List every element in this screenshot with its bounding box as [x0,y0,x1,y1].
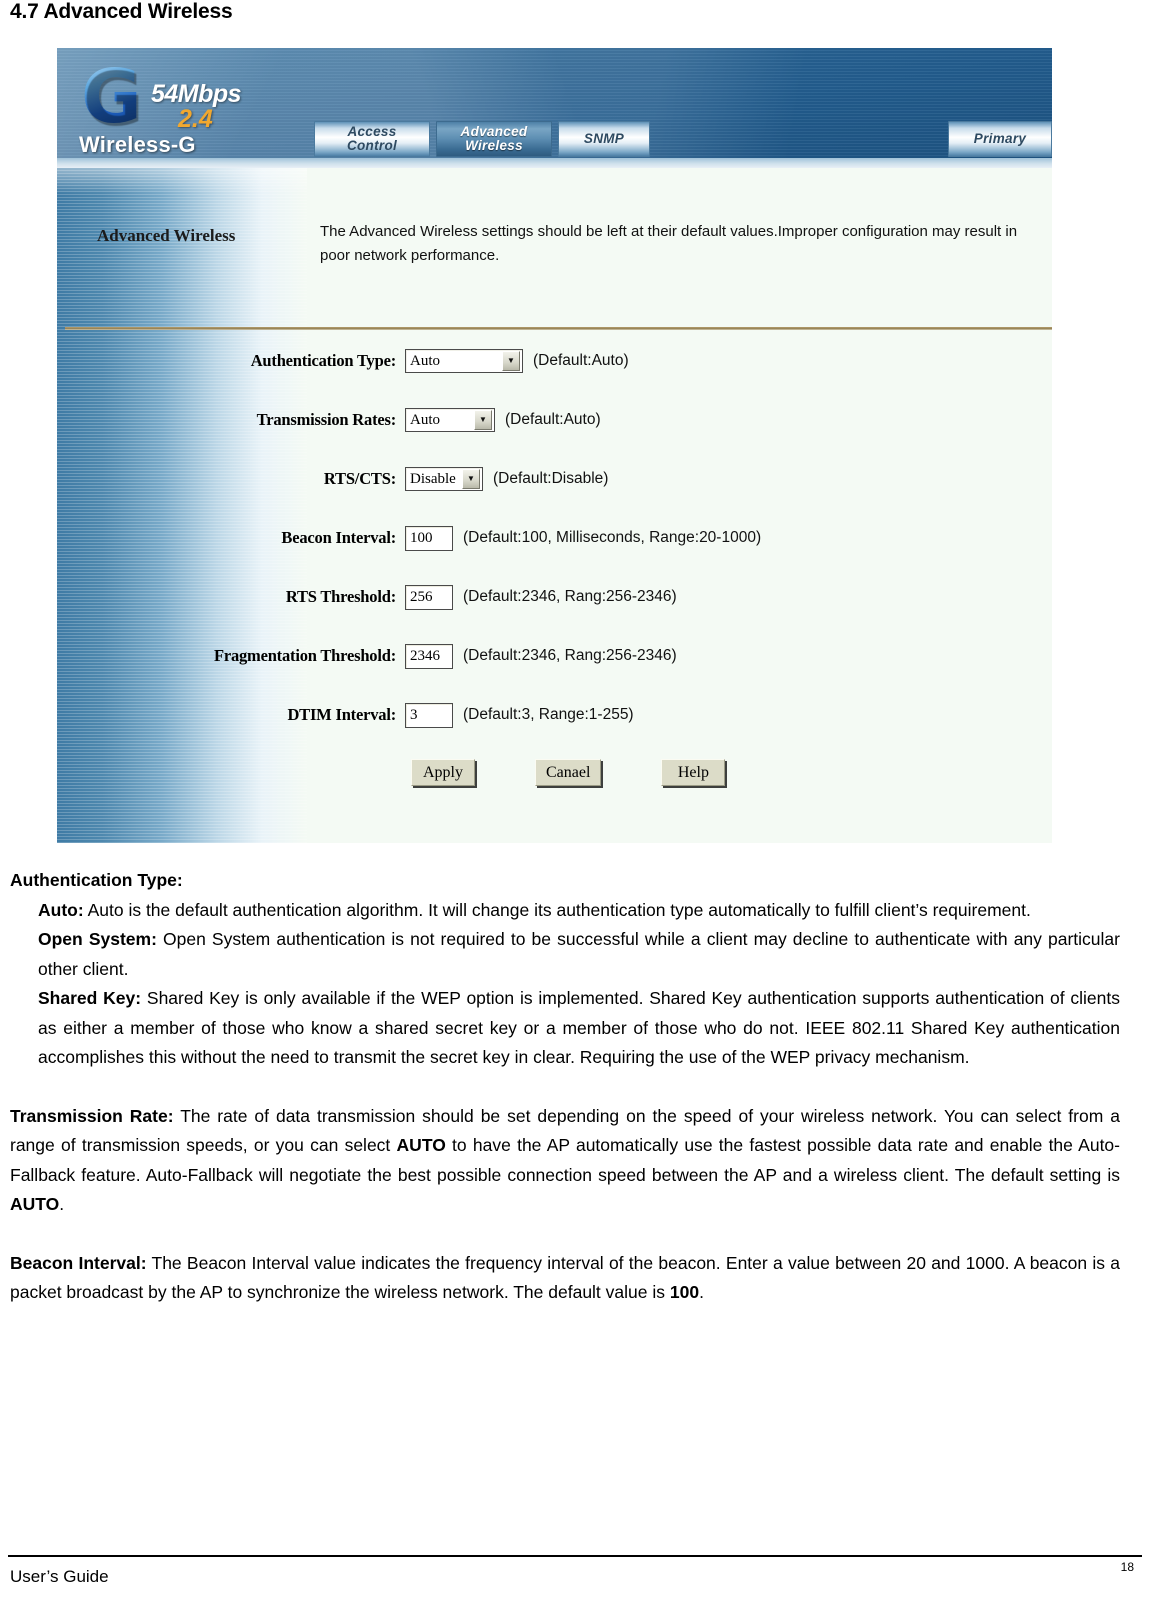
panel-divider [65,327,1052,330]
input-rts-threshold[interactable]: 256 [405,584,453,610]
auth-type-heading-text: Authentication Type: [10,870,183,890]
router-ui-screenshot: G 54Mbps 2.4 Wireless-G Access Control Ad… [57,48,1052,843]
transmission-rate-paragraph: Transmission Rate: The rate of data tran… [10,1102,1120,1220]
form-label: Beacon Interval: [281,528,396,547]
select-authentication-type[interactable]: Auto ▼ [405,349,523,373]
panel-title: Advanced Wireless [97,226,236,245]
transmission-rate-auto-2: AUTO [10,1194,60,1214]
footer-label: User’s Guide [10,1567,109,1586]
form-label: Fragmentation Threshold: [213,646,396,665]
input-fragmentation-threshold[interactable]: 2346 [405,643,453,669]
select-rts-cts[interactable]: Disable ▼ [405,467,483,491]
input-dtim-interval[interactable]: 3 [405,702,453,728]
form-row: RTS Threshold: 256 (Default:2346, Rang:256… [57,582,1052,612]
form-row: RTS/CTS: Disable ▼ (Default:Disable) [57,464,1052,494]
nav-tab-primary[interactable]: Primary [948,121,1052,157]
select-value: Auto [410,411,440,428]
select-value: Disable [410,470,456,487]
field-hint: (Default:Auto) [505,411,601,428]
chevron-down-icon[interactable]: ▼ [474,410,492,430]
field-hint: (Default:Auto) [533,352,629,369]
field-hint: (Default:Disable) [493,470,609,487]
select-transmission-rates[interactable]: Auto ▼ [405,408,495,432]
nav-tab-access-control[interactable]: Access Control [314,121,430,157]
logo-product-text: Wireless-G [79,132,196,157]
footer-divider [8,1555,1142,1557]
nav-tab-advanced-wireless[interactable]: Advanced Wireless [436,121,552,157]
shared-key-term: Shared Key: [38,988,142,1008]
form-label: Transmission Rates: [256,410,397,429]
router-banner: G 54Mbps 2.4 Wireless-G Access Control Ad… [57,48,1052,168]
logo-g-mark: G [81,54,142,140]
form-row: Beacon Interval: 100 (Default:100, Millise… [57,523,1052,553]
shared-key-description: Shared Key is only available if the WEP … [38,988,1120,1067]
logo-band-text: 2.4 [178,105,213,133]
open-system-description: Open System authentication is not requir… [38,929,1120,979]
nav-tab-snmp[interactable]: SNMP [558,121,650,157]
page-title: 4.7 Advanced Wireless [10,0,233,23]
field-hint: (Default:2346, Rang:256-2346) [463,647,677,664]
body-prose: Authentication Type: Auto: Auto is the d… [10,866,1120,1308]
canael-button[interactable]: Canael [535,759,602,786]
transmission-rate-term: Transmission Rate: [10,1105,174,1126]
beacon-interval-value: 100 [669,1282,700,1302]
select-value: Auto [410,352,440,369]
form-row: Transmission Rates: Auto ▼ (Default:Auto) [57,405,1052,435]
beacon-interval-text-2: . [699,1282,704,1302]
field-hint: (Default:100, Milliseconds, Range:20-100… [463,529,762,546]
beacon-interval-paragraph: Beacon Interval: The Beacon Interval val… [10,1249,1120,1308]
panel-description: The Advanced Wireless settings should be… [320,223,1018,264]
form-label: DTIM Interval: [287,705,396,724]
field-hint: (Default:3, Range:1-255) [463,706,634,723]
form-label: RTS/CTS: [323,469,396,488]
form-button-row: Apply Canael Help [411,759,1052,786]
auto-description: Auto is the default authentication algor… [83,899,1031,920]
auto-term: Auto: [38,899,84,920]
shared-key-definition: Shared Key: Shared Key is only available… [38,984,1120,1073]
form-row: Authentication Type: Auto ▼ (Default:Auto) [57,346,1052,376]
chevron-down-icon[interactable]: ▼ [502,351,520,371]
paragraph-spacer-2 [10,1220,1120,1249]
transmission-rate-text-3: . [59,1194,65,1214]
auth-type-heading: Authentication Type: [10,866,1120,896]
form-row: Fragmentation Threshold: 2346 (Default:234… [57,641,1052,671]
chevron-down-icon[interactable]: ▼ [462,469,480,489]
router-panel-body: Advanced Wireless The Advanced Wireless … [57,168,1052,843]
transmission-rate-auto-1: AUTO [396,1135,446,1155]
beacon-interval-term: Beacon Interval: [10,1252,147,1273]
form-label: Authentication Type: [250,351,396,370]
open-system-term: Open System: [38,929,157,949]
form-row: DTIM Interval: 3 (Default:3, Range:1-255) [57,700,1052,730]
advanced-wireless-form: Authentication Type: Auto ▼ (Default:Auto) T… [57,346,1052,786]
form-label: RTS Threshold: [285,587,396,606]
open-system-definition: Open System: Open System authentication … [38,925,1120,984]
field-hint: (Default:2346, Rang:256-2346) [463,588,677,605]
auto-definition: Auto: Auto is the default authentication… [38,896,1120,926]
apply-button[interactable]: Apply [411,759,475,786]
product-logo: G 54Mbps 2.4 Wireless-G [75,58,305,158]
page-number: 18 [1120,1560,1134,1574]
help-button[interactable]: Help [661,759,726,786]
input-beacon-interval[interactable]: 100 [405,525,453,551]
beacon-interval-text-1: The Beacon Interval value indicates the … [10,1252,1120,1303]
